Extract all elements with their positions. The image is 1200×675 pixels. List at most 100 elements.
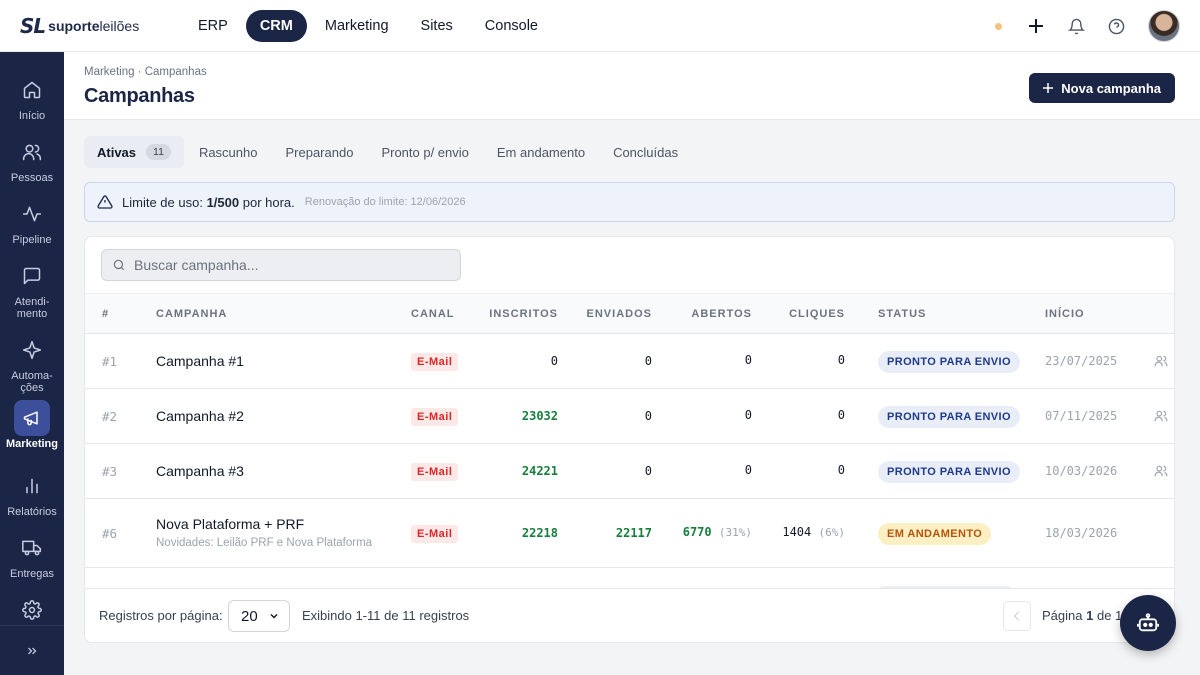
opened-count: 0 bbox=[744, 462, 752, 477]
status-badge: PRONTO PARA ENVIO bbox=[878, 460, 1020, 483]
table-row[interactable]: #6 Nova Plataforma + PRF Novidades: Leilão… bbox=[85, 499, 1174, 568]
brand-logo[interactable]: SL suporteleilões bbox=[20, 14, 176, 38]
activity-icon bbox=[14, 196, 50, 232]
column-header[interactable]: INSCRITOS bbox=[489, 308, 558, 320]
plus-icon[interactable] bbox=[1024, 14, 1048, 38]
sidebar-item-entregas[interactable]: Entregas bbox=[0, 530, 64, 580]
sidebar-item-início[interactable]: Início bbox=[0, 72, 64, 122]
page-header: Marketing · Campanhas Campanhas Nova cam… bbox=[64, 52, 1200, 120]
start-date: 23/07/2025 bbox=[1045, 353, 1118, 368]
tab-label: Ativas bbox=[97, 144, 137, 160]
audience-icon[interactable] bbox=[1154, 354, 1168, 371]
tab-rascunho[interactable]: Rascunho bbox=[186, 137, 271, 168]
table-row[interactable]: #2 Campanha #2 E-Mail 23032 0 0 0 PRONTO PARA E… bbox=[85, 389, 1174, 444]
tab-label: Pronto p/ envio bbox=[381, 144, 469, 160]
table-row[interactable]: #3 Campanha #3 E-Mail 24221 0 0 0 PRONTO PARA E… bbox=[85, 444, 1174, 499]
top-right-actions bbox=[995, 0, 1180, 52]
sidebar-item-pipeline[interactable]: Pipeline bbox=[0, 196, 64, 246]
per-page-value: 20 bbox=[241, 607, 258, 625]
status-badge: EM ANDAMENTO bbox=[878, 522, 992, 545]
sidebar-item-marketing[interactable]: Marketing bbox=[0, 400, 64, 450]
column-header[interactable]: CAMPANHA bbox=[156, 308, 227, 320]
opened-count: 6770 (31%) bbox=[682, 524, 752, 539]
clicks-count: 0 bbox=[837, 407, 845, 422]
audience-icon[interactable] bbox=[1154, 409, 1168, 426]
opened-count: 0 bbox=[744, 352, 752, 367]
sidebar-item-automa[interactable]: Automa- ções bbox=[0, 332, 64, 394]
sidebar-item-atendi[interactable]: Atendi- mento bbox=[0, 258, 64, 320]
subscribers-count: 22218 bbox=[521, 525, 558, 540]
campaign-name[interactable]: Nova Plataforma + PRF bbox=[156, 516, 304, 532]
tab-em-andamento[interactable]: Em andamento bbox=[484, 137, 598, 168]
table-footer: Registros por página: 20 Exibindo 1-11 d… bbox=[85, 588, 1174, 642]
nav-item-console[interactable]: Console bbox=[471, 10, 552, 42]
users-icon bbox=[14, 134, 50, 170]
tab-preparando[interactable]: Preparando bbox=[272, 137, 366, 168]
tab-count-badge: 11 bbox=[146, 144, 171, 160]
column-header[interactable]: ENVIADOS bbox=[587, 308, 652, 320]
alert-value: 1/500 bbox=[206, 194, 240, 210]
sidebar-item-label: Início bbox=[18, 110, 46, 122]
megaphone-icon bbox=[14, 400, 50, 436]
logo-text: suporteleilões bbox=[48, 17, 140, 34]
channel-badge: E-Mail bbox=[411, 462, 459, 481]
column-header[interactable]: STATUS bbox=[878, 308, 926, 320]
chevron-down-icon bbox=[270, 613, 278, 619]
records-summary: Exibindo 1-11 de 11 registros bbox=[302, 608, 470, 623]
table-header: # CAMPANHA CANAL INSCRITOS ENVIADOS ABERTOS CL… bbox=[85, 293, 1174, 334]
per-page-select[interactable]: 20 bbox=[228, 600, 290, 632]
tab-label: Preparando bbox=[285, 144, 354, 160]
gear-icon bbox=[14, 592, 50, 628]
tab-conclu-das[interactable]: Concluídas bbox=[600, 137, 691, 168]
new-campaign-button[interactable]: Nova campanha bbox=[1029, 73, 1175, 103]
campaign-id: #1 bbox=[102, 353, 118, 369]
chevron-left-icon bbox=[1013, 611, 1020, 621]
clicks-count: 1404 (6%) bbox=[782, 524, 845, 539]
audience-icon[interactable] bbox=[1154, 464, 1168, 481]
tab-ativas[interactable]: Ativas 11 bbox=[84, 136, 184, 168]
opened-count: 0 bbox=[744, 407, 752, 422]
channel-badge: E-Mail bbox=[411, 407, 459, 426]
tab-label: Concluídas bbox=[613, 144, 679, 160]
channel-badge: E-Mail bbox=[411, 524, 459, 543]
campaign-name[interactable]: Campanha #2 bbox=[156, 408, 244, 424]
campaign-name[interactable]: Campanha #3 bbox=[156, 463, 244, 479]
column-header[interactable]: CANAL bbox=[411, 308, 455, 320]
search-box bbox=[101, 249, 461, 281]
help-icon[interactable] bbox=[1104, 14, 1128, 38]
page-title: Campanhas bbox=[84, 85, 195, 107]
subscribers-count: 24221 bbox=[521, 463, 558, 478]
nav-item-erp[interactable]: ERP bbox=[184, 10, 242, 42]
campaign-name[interactable]: Campanha #1 bbox=[156, 353, 244, 369]
column-header[interactable]: # bbox=[102, 308, 109, 320]
warning-icon bbox=[97, 195, 113, 209]
search-input[interactable] bbox=[134, 257, 444, 273]
table-row[interactable]: #1 Campanha #1 E-Mail 0 0 0 0 PRONTO PARA ENVIO… bbox=[85, 334, 1174, 389]
sidebar-item-label: Pipeline bbox=[12, 234, 52, 246]
campaign-id: #2 bbox=[102, 408, 118, 424]
tab-label: Rascunho bbox=[198, 144, 258, 160]
prev-page-button[interactable] bbox=[1003, 601, 1031, 631]
nav-item-sites[interactable]: Sites bbox=[407, 10, 467, 42]
user-avatar[interactable] bbox=[1148, 10, 1180, 42]
column-header[interactable]: ABERTOS bbox=[691, 308, 752, 320]
column-header[interactable]: CLIQUES bbox=[789, 308, 845, 320]
sidebar-item-relatórios[interactable]: Relatórios bbox=[0, 468, 64, 518]
subscribers-count: 23032 bbox=[521, 408, 558, 423]
campaign-subtitle: Novidades: Leilão PRF e Nova Plataforma bbox=[156, 536, 373, 549]
sparkle-icon bbox=[14, 332, 50, 368]
robot-icon bbox=[1137, 613, 1159, 632]
top-bar: SL suporteleilões ERP CRM Marketing Sites Co… bbox=[0, 0, 1200, 52]
tab-pronto-p-envio[interactable]: Pronto p/ envio bbox=[368, 137, 481, 168]
nav-item-crm[interactable]: CRM bbox=[245, 9, 307, 42]
bell-icon[interactable] bbox=[1064, 14, 1088, 38]
new-campaign-label: Nova campanha bbox=[1061, 80, 1161, 96]
nav-item-marketing[interactable]: Marketing bbox=[311, 10, 403, 42]
sidebar-item-settings[interactable] bbox=[0, 592, 64, 628]
page-info: Página 1 de 1 bbox=[1042, 608, 1123, 623]
plus-icon bbox=[1043, 83, 1054, 93]
column-header[interactable]: INÍCIO bbox=[1045, 308, 1085, 320]
sidebar-expand-button[interactable] bbox=[0, 625, 64, 675]
sidebar-item-pessoas[interactable]: Pessoas bbox=[0, 134, 64, 184]
assistant-bot-button[interactable] bbox=[1120, 595, 1176, 651]
